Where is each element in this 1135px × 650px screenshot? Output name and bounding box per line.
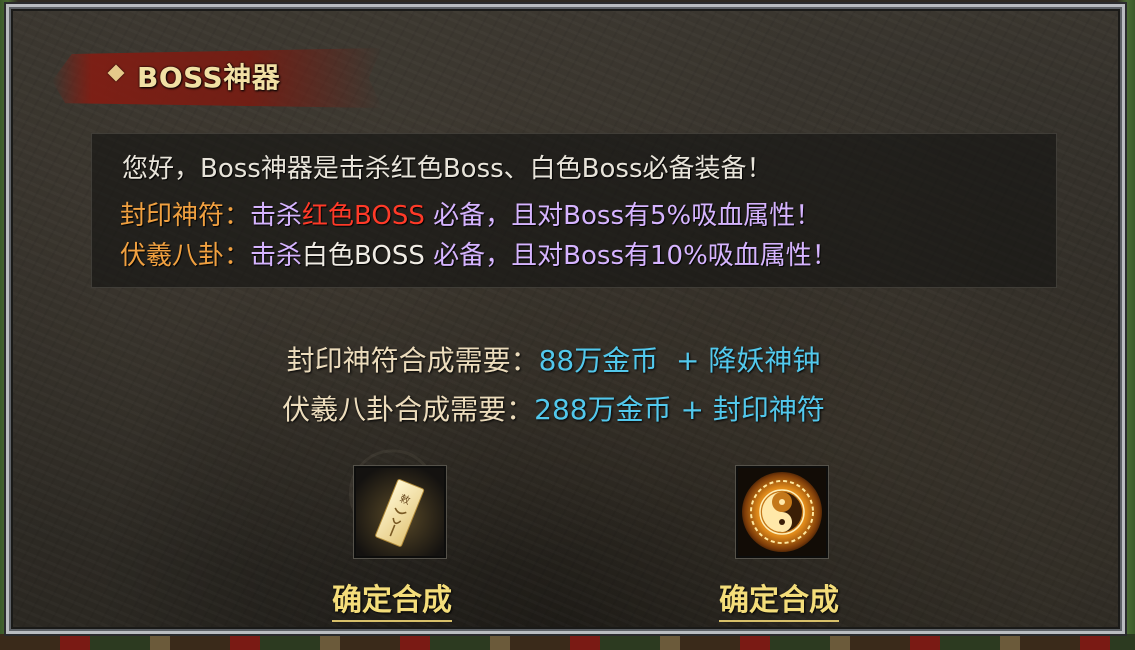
recipe-material: 降妖神钟 — [708, 344, 821, 377]
recipe-material: 封印神符 — [712, 393, 825, 426]
confirm-synthesize-bagua-button[interactable]: 确定合成 — [719, 575, 839, 622]
bagua-effect: 必备，且对Boss有10%吸血属性！ — [433, 241, 838, 271]
white-boss-label: 白色BOSS — [302, 241, 425, 271]
talisman-icon: 敕 — [356, 468, 444, 556]
background-hud-strip — [0, 634, 1135, 650]
dialog-title: BOSS神器 — [137, 61, 281, 94]
bagua-name: 伏羲八卦： — [120, 241, 251, 271]
recipe-plus: + — [671, 393, 713, 426]
talisman-item-slot[interactable]: 敕 — [354, 466, 446, 558]
talisman-description: 封印神符：击杀红色BOSS 必备，且对Boss有5%吸血属性！ — [120, 195, 821, 232]
confirm-synthesize-talisman-button[interactable]: 确定合成 — [332, 575, 452, 622]
recipe-cost: 88万金币 — [538, 344, 659, 377]
talisman-name: 封印神符： — [120, 201, 251, 231]
bagua-compass-icon — [738, 468, 826, 556]
red-boss-label: 红色BOSS — [302, 201, 425, 231]
talisman-effect: 必备，且对Boss有5%吸血属性！ — [433, 201, 822, 231]
recipe-label: 封印神符合成需要： — [286, 344, 539, 377]
kill-label: 击杀 — [250, 201, 303, 231]
recipe-bagua: 伏羲八卦合成需要：288万金币 + 封印神符 — [0, 388, 1121, 428]
bagua-item-slot[interactable] — [736, 466, 828, 558]
game-screen: ☯ BOSS神器 您好，Boss神器是击杀红色Boss、白色Boss必备装备！ … — [0, 0, 1135, 650]
bagua-description: 伏羲八卦：击杀白色BOSS 必备，且对Boss有10%吸血属性！ — [120, 235, 838, 272]
recipe-cost: 288万金币 — [534, 393, 672, 426]
recipe-talisman: 封印神符合成需要：88万金币 + 降妖神钟 — [0, 339, 1121, 379]
kill-label: 击杀 — [250, 241, 303, 271]
intro-line: 您好，Boss神器是击杀红色Boss、白色Boss必备装备！ — [122, 154, 773, 184]
recipe-label: 伏羲八卦合成需要： — [282, 393, 535, 426]
description-box: 您好，Boss神器是击杀红色Boss、白色Boss必备装备！ 封印神符：击杀红色… — [91, 133, 1057, 288]
recipe-plus: + — [658, 344, 709, 377]
